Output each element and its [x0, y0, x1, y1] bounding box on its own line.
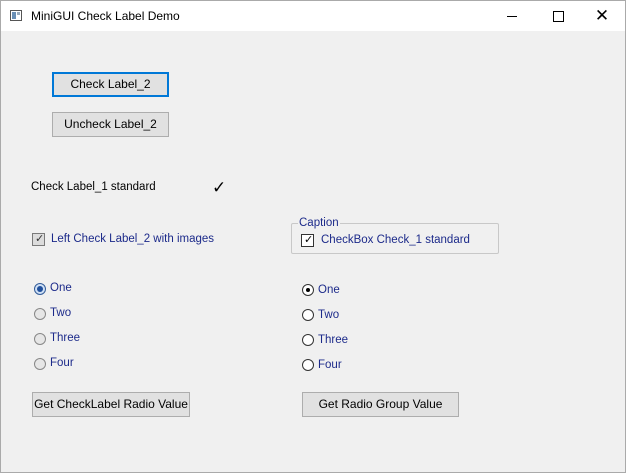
title-bar[interactable]: MiniGUI Check Label Demo ✕	[1, 1, 625, 31]
uncheck-label-2-button[interactable]: Uncheck Label_2	[52, 112, 169, 137]
left-check-label-2-checkbox[interactable]: ✓	[32, 232, 45, 246]
get-radio-group-value-button[interactable]: Get Radio Group Value	[302, 392, 459, 417]
checklabel-radio-three[interactable]	[34, 333, 46, 345]
radio-group-one[interactable]	[302, 284, 314, 296]
radio-group-two[interactable]	[302, 309, 314, 321]
get-checklabel-radio-value-button[interactable]: Get CheckLabel Radio Value	[32, 392, 190, 417]
check-label-2-button[interactable]: Check Label_2	[52, 72, 169, 97]
checkmark-icon[interactable]: ✓	[212, 178, 226, 198]
close-button[interactable]: ✕	[579, 1, 625, 31]
left-check-label-2-text[interactable]: Left Check Label_2 with images	[51, 233, 214, 245]
checklabel-radio-four[interactable]	[34, 358, 46, 370]
checkbox-check-1-label[interactable]: CheckBox Check_1 standard	[321, 234, 470, 246]
checkbox-check-1[interactable]: ✓	[301, 233, 314, 247]
check-label-1-text[interactable]: Check Label_1 standard	[31, 181, 156, 193]
checklabel-radio-one-label[interactable]: One	[50, 282, 72, 294]
groupbox-caption: Caption	[298, 217, 340, 229]
maximize-button[interactable]	[535, 1, 581, 31]
checkbox-check-icon: ✓	[35, 232, 45, 245]
checkbox-check-icon: ✓	[304, 233, 314, 246]
minimize-icon	[507, 15, 517, 17]
window-title: MiniGUI Check Label Demo	[31, 9, 180, 23]
radio-group-one-label[interactable]: One	[318, 284, 340, 296]
close-icon: ✕	[594, 5, 610, 26]
checklabel-radio-two-label[interactable]: Two	[50, 307, 71, 319]
app-icon	[10, 10, 22, 21]
radio-group-two-label[interactable]: Two	[318, 309, 339, 321]
checklabel-radio-four-label[interactable]: Four	[50, 357, 74, 369]
radio-group-three[interactable]	[302, 334, 314, 346]
radio-group-four-label[interactable]: Four	[318, 359, 342, 371]
checklabel-radio-three-label[interactable]: Three	[50, 332, 80, 344]
radio-group-four[interactable]	[302, 359, 314, 371]
radio-group-three-label[interactable]: Three	[318, 334, 348, 346]
minimize-button[interactable]	[489, 1, 535, 31]
checklabel-radio-one[interactable]	[34, 283, 46, 295]
checklabel-radio-two[interactable]	[34, 308, 46, 320]
maximize-icon	[552, 10, 564, 22]
